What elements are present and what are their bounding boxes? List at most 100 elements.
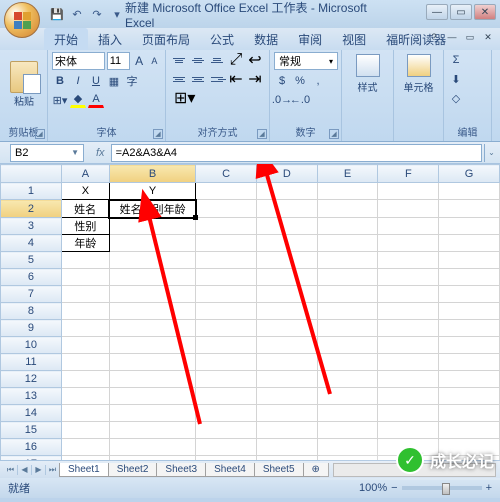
undo-icon[interactable]: ↶: [68, 5, 86, 23]
cell-E8[interactable]: [317, 303, 378, 320]
cell-C3[interactable]: [196, 218, 257, 235]
cell-E13[interactable]: [317, 388, 378, 405]
worksheet-grid[interactable]: ABCDEFG1XY2姓名姓名性别年龄3性别4年龄567891011121314…: [0, 164, 500, 460]
select-all-corner[interactable]: [1, 165, 62, 183]
cell-A11[interactable]: [61, 354, 109, 371]
col-header-F[interactable]: F: [378, 165, 439, 183]
cell-A8[interactable]: [61, 303, 109, 320]
cell-C11[interactable]: [196, 354, 257, 371]
cell-D2[interactable]: [256, 200, 317, 218]
cell-D4[interactable]: [256, 235, 317, 252]
ribbon-tab-0[interactable]: 开始: [44, 28, 88, 50]
cell-G7[interactable]: [439, 286, 500, 303]
zoom-in-button[interactable]: +: [486, 482, 492, 494]
cell-F5[interactable]: [378, 252, 439, 269]
number-dialog-launcher[interactable]: ◢: [329, 129, 339, 139]
cell-A17[interactable]: [61, 456, 109, 461]
cell-F11[interactable]: [378, 354, 439, 371]
zoom-level[interactable]: 100%: [359, 482, 387, 494]
cell-G3[interactable]: [439, 218, 500, 235]
cell-D15[interactable]: [256, 422, 317, 439]
cell-E15[interactable]: [317, 422, 378, 439]
close-button[interactable]: ✕: [474, 4, 496, 20]
row-header-10[interactable]: 10: [1, 337, 62, 354]
row-header-11[interactable]: 11: [1, 354, 62, 371]
row-header-16[interactable]: 16: [1, 439, 62, 456]
cell-C13[interactable]: [196, 388, 257, 405]
formula-bar[interactable]: =A2&A3&A4: [111, 144, 482, 162]
cells-button[interactable]: 单元格: [399, 54, 439, 94]
formula-bar-expand-icon[interactable]: ⌄: [484, 144, 498, 162]
cell-B13[interactable]: [109, 388, 195, 405]
row-header-5[interactable]: 5: [1, 252, 62, 269]
row-header-14[interactable]: 14: [1, 405, 62, 422]
save-icon[interactable]: 💾: [48, 5, 66, 23]
font-name-combo[interactable]: 宋体: [52, 52, 105, 70]
cell-E9[interactable]: [317, 320, 378, 337]
cell-D12[interactable]: [256, 371, 317, 388]
cell-D13[interactable]: [256, 388, 317, 405]
name-box[interactable]: B2▼: [10, 144, 84, 162]
cell-C8[interactable]: [196, 303, 257, 320]
cell-B2[interactable]: 姓名性别年龄: [109, 200, 195, 218]
cell-G6[interactable]: [439, 269, 500, 286]
italic-button[interactable]: I: [70, 73, 86, 89]
cell-D8[interactable]: [256, 303, 317, 320]
decrease-indent-button[interactable]: ⇤: [227, 71, 245, 87]
cell-B11[interactable]: [109, 354, 195, 371]
sheet-tab-Sheet4[interactable]: Sheet4: [205, 463, 255, 477]
help-icon[interactable]: ?: [426, 30, 442, 44]
zoom-slider[interactable]: [402, 486, 482, 490]
col-header-D[interactable]: D: [256, 165, 317, 183]
align-center-button[interactable]: [189, 71, 207, 87]
cell-F8[interactable]: [378, 303, 439, 320]
cell-C12[interactable]: [196, 371, 257, 388]
fx-icon[interactable]: fx: [96, 147, 105, 159]
cell-A1[interactable]: X: [61, 183, 109, 200]
autosum-button[interactable]: Σ: [448, 52, 464, 68]
cell-B15[interactable]: [109, 422, 195, 439]
sheet-tab-Sheet1[interactable]: Sheet1: [59, 463, 109, 477]
office-button[interactable]: [4, 2, 40, 38]
clipboard-dialog-launcher[interactable]: ◢: [35, 129, 45, 139]
cell-B6[interactable]: [109, 269, 195, 286]
cell-B9[interactable]: [109, 320, 195, 337]
cell-D16[interactable]: [256, 439, 317, 456]
row-header-1[interactable]: 1: [1, 183, 62, 200]
cell-C5[interactable]: [196, 252, 257, 269]
cell-B5[interactable]: [109, 252, 195, 269]
cell-C17[interactable]: [196, 456, 257, 461]
cell-F12[interactable]: [378, 371, 439, 388]
sheet-nav-prev-icon[interactable]: ◀: [18, 465, 32, 475]
align-top-button[interactable]: [170, 52, 188, 68]
col-header-G[interactable]: G: [439, 165, 500, 183]
cell-D3[interactable]: [256, 218, 317, 235]
row-header-17[interactable]: 17: [1, 456, 62, 461]
cell-C14[interactable]: [196, 405, 257, 422]
cell-D5[interactable]: [256, 252, 317, 269]
cell-C10[interactable]: [196, 337, 257, 354]
cell-C1[interactable]: [196, 183, 257, 200]
cell-F13[interactable]: [378, 388, 439, 405]
row-header-12[interactable]: 12: [1, 371, 62, 388]
cell-C4[interactable]: [196, 235, 257, 252]
cell-D17[interactable]: [256, 456, 317, 461]
minimize-button[interactable]: —: [426, 4, 448, 20]
border-dropdown[interactable]: ⊞▾: [52, 92, 68, 108]
cell-A12[interactable]: [61, 371, 109, 388]
maximize-button[interactable]: ▭: [450, 4, 472, 20]
grow-font-button[interactable]: A: [132, 53, 145, 69]
align-right-button[interactable]: [208, 71, 226, 87]
cell-E14[interactable]: [317, 405, 378, 422]
col-header-C[interactable]: C: [196, 165, 257, 183]
sheet-nav-last-icon[interactable]: ⏭: [46, 465, 60, 475]
cell-B12[interactable]: [109, 371, 195, 388]
underline-button[interactable]: U: [88, 73, 104, 89]
ruby-button[interactable]: 字: [124, 73, 140, 89]
cell-C16[interactable]: [196, 439, 257, 456]
cell-A7[interactable]: [61, 286, 109, 303]
font-dialog-launcher[interactable]: ◢: [153, 129, 163, 139]
mdi-minimize-icon[interactable]: —: [444, 30, 460, 44]
sheet-tab-Sheet5[interactable]: Sheet5: [254, 463, 304, 477]
ribbon-tab-2[interactable]: 页面布局: [132, 28, 200, 50]
